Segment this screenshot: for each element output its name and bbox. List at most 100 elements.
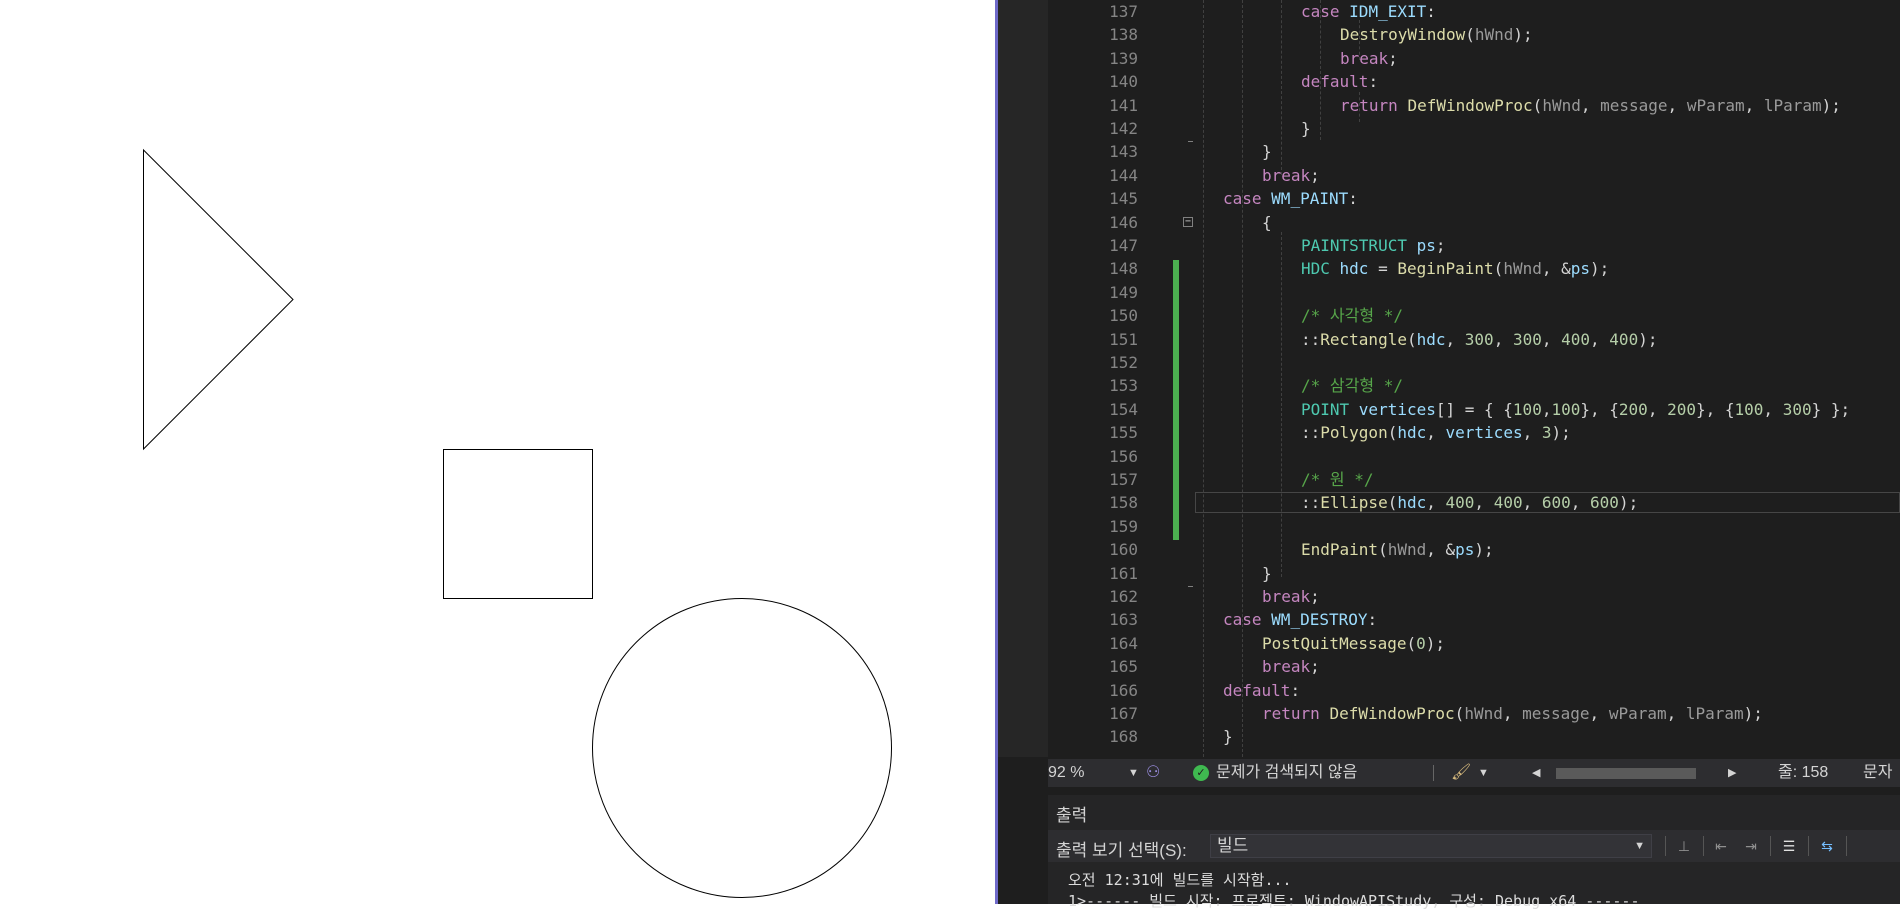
chevron-down-icon: ▼ [1634, 840, 1645, 852]
horizontal-scrollbar-thumb[interactable] [1556, 768, 1696, 779]
code-line[interactable]: 139 break; [998, 47, 1900, 70]
code-line[interactable]: 167 return DefWindowProc(hWnd, message, w… [998, 702, 1900, 725]
code-line[interactable]: 155::Polygon(hdc, vertices, 3); [998, 421, 1900, 444]
zoom-level[interactable]: 92 % [1048, 759, 1084, 787]
code-line[interactable]: 159 [998, 515, 1900, 538]
line-number: 168 [1109, 727, 1138, 747]
output-text[interactable]: 오전 12:31에 빌드를 시작함... 1>------ 빌드 시작: 프로젝트… [1068, 870, 1639, 912]
code-token: 400 [1609, 329, 1639, 349]
code-line[interactable]: 141 return DefWindowProc(hWnd, message, w… [998, 94, 1900, 117]
code-token: break [1262, 657, 1311, 677]
line-number: 157 [1109, 470, 1138, 489]
show-output-select[interactable]: 빌드 ▼ [1210, 834, 1652, 858]
code-line[interactable]: 165 break; [998, 655, 1900, 678]
code-line[interactable]: 142} [998, 117, 1900, 140]
cleanup-brush-icon[interactable]: 🖌 [1451, 759, 1471, 787]
code-line[interactable]: 152 [998, 351, 1900, 374]
code-token: case [1223, 189, 1272, 209]
code-line[interactable]: 156 [998, 445, 1900, 468]
code-text: break; [1262, 585, 1320, 608]
code-line[interactable]: 162 break; [998, 585, 1900, 608]
code-token: ; [1310, 587, 1320, 606]
line-number: 147 [1109, 236, 1138, 255]
code-token: : [1426, 2, 1436, 21]
code-line[interactable]: 148 HDC hdc = BeginPaint(hWnd, &ps); [998, 257, 1900, 280]
code-token: , [1647, 399, 1668, 419]
code-token: 100 [1551, 399, 1581, 419]
code-line[interactable]: 157 /* 원 */ [998, 468, 1900, 491]
clear-all-icon[interactable]: ☰ [1778, 835, 1800, 857]
code-line[interactable]: 149 [998, 281, 1900, 304]
code-text: HDC hdc = BeginPaint(hWnd, &ps); [1301, 257, 1609, 280]
find-message-icon[interactable]: ⊥ [1673, 835, 1695, 857]
code-line[interactable]: 168} [998, 725, 1900, 748]
code-line[interactable]: 137 case IDM_EXIT: [998, 0, 1900, 23]
code-token: hWnd [1474, 25, 1514, 45]
code-line[interactable]: 161} [998, 562, 1900, 585]
line-number: 144 [1109, 165, 1138, 185]
code-text: default: [1223, 679, 1300, 702]
code-editor[interactable]: 137 case IDM_EXIT: 138 DestroyWindow(hWnd);… [998, 0, 1900, 757]
code-line[interactable]: 164 PostQuitMessage(0); [998, 632, 1900, 655]
code-line[interactable]: 143} [998, 140, 1900, 163]
line-number: 159 [1109, 516, 1138, 536]
cursor-line-position[interactable]: 줄: 158 [1778, 759, 1828, 787]
issues-status[interactable]: 문제가 검색되지 않음 [1216, 759, 1357, 787]
code-token: 300 [1464, 329, 1494, 349]
cursor-char-position[interactable]: 문자 [1863, 759, 1892, 787]
line-number: 151 [1109, 329, 1138, 349]
line-number: 155 [1109, 423, 1138, 443]
code-token: case [1301, 2, 1350, 21]
code-line[interactable]: 150 /* 사각형 */ [998, 304, 1900, 327]
code-line[interactable]: 153 /* 삼각형 */ [998, 374, 1900, 397]
ide-window: 137 case IDM_EXIT: 138 DestroyWindow(hWnd);… [995, 0, 1900, 910]
output-panel-title: 출력 [1056, 806, 1088, 825]
code-token: ); [1821, 95, 1841, 115]
code-line[interactable]: 146 { [998, 211, 1900, 234]
indent-guide [1359, 20, 1360, 60]
code-line[interactable]: 163 case WM_DESTROY: [998, 608, 1900, 631]
code-line[interactable]: 145 case WM_PAINT: [998, 187, 1900, 210]
line-number: 143 [1109, 142, 1138, 162]
zoom-dropdown-icon[interactable]: ▼ [1128, 759, 1139, 787]
code-text: POINT vertices[] = { {100,100}, {200, 20… [1301, 398, 1850, 421]
rectangle-shape [443, 449, 593, 599]
output-toolbar: 출력 보기 선택(S): 빌드 ▼ ⊥ ⇤ ⇥ ☰ ⇆ [1048, 830, 1900, 862]
code-text: /* 삼각형 */ [1301, 374, 1403, 397]
next-message-icon[interactable]: ⇥ [1740, 835, 1762, 857]
code-line[interactable]: 147 PAINTSTRUCT ps; [998, 234, 1900, 257]
code-line[interactable]: 151::Rectangle(hdc, 300, 300, 400, 400); [998, 328, 1900, 351]
indent-guide [1242, 0, 1243, 757]
code-line[interactable]: 154 POINT vertices[] = { {100,100}, {200,… [998, 398, 1900, 421]
cleanup-dropdown-icon[interactable]: ▼ [1478, 759, 1489, 787]
code-token: EndPaint [1301, 540, 1379, 560]
change-tracking-bar [1173, 260, 1179, 540]
separator [1433, 765, 1434, 781]
code-token: } }; [1811, 399, 1851, 419]
code-token: ); [1474, 540, 1494, 560]
code-token: , [1763, 399, 1783, 419]
word-wrap-icon[interactable]: ⇆ [1816, 835, 1838, 857]
code-line[interactable]: 140 default: [998, 70, 1900, 93]
code-token: , [1426, 423, 1446, 443]
code-line[interactable]: 160 EndPaint(hWnd, &ps); [998, 538, 1900, 561]
copilot-icon[interactable]: ⚇ [1146, 759, 1160, 787]
code-line[interactable]: 138 DestroyWindow(hWnd); [998, 23, 1900, 46]
code-token: /* 삼각형 */ [1301, 376, 1403, 396]
code-text: case WM_PAINT: [1223, 187, 1358, 210]
code-token: , [1502, 704, 1523, 723]
collapse-icon[interactable]: − [1183, 217, 1193, 227]
scroll-left-icon[interactable]: ◀ [1532, 759, 1540, 787]
code-line[interactable]: 144 break; [998, 164, 1900, 187]
code-token: , [1541, 329, 1562, 349]
code-text: } [1223, 725, 1233, 748]
code-token: DefWindowProc [1407, 95, 1533, 115]
code-text: ::Polygon(hdc, vertices, 3); [1301, 421, 1571, 444]
code-token: PAINTSTRUCT [1301, 236, 1417, 255]
previous-message-icon[interactable]: ⇤ [1710, 835, 1732, 857]
code-line[interactable]: 166 default: [998, 679, 1900, 702]
code-token: /* 원 */ [1301, 470, 1374, 489]
code-token: ( [1378, 540, 1388, 560]
scroll-right-icon[interactable]: ▶ [1728, 759, 1736, 787]
line-number: 150 [1109, 306, 1138, 326]
